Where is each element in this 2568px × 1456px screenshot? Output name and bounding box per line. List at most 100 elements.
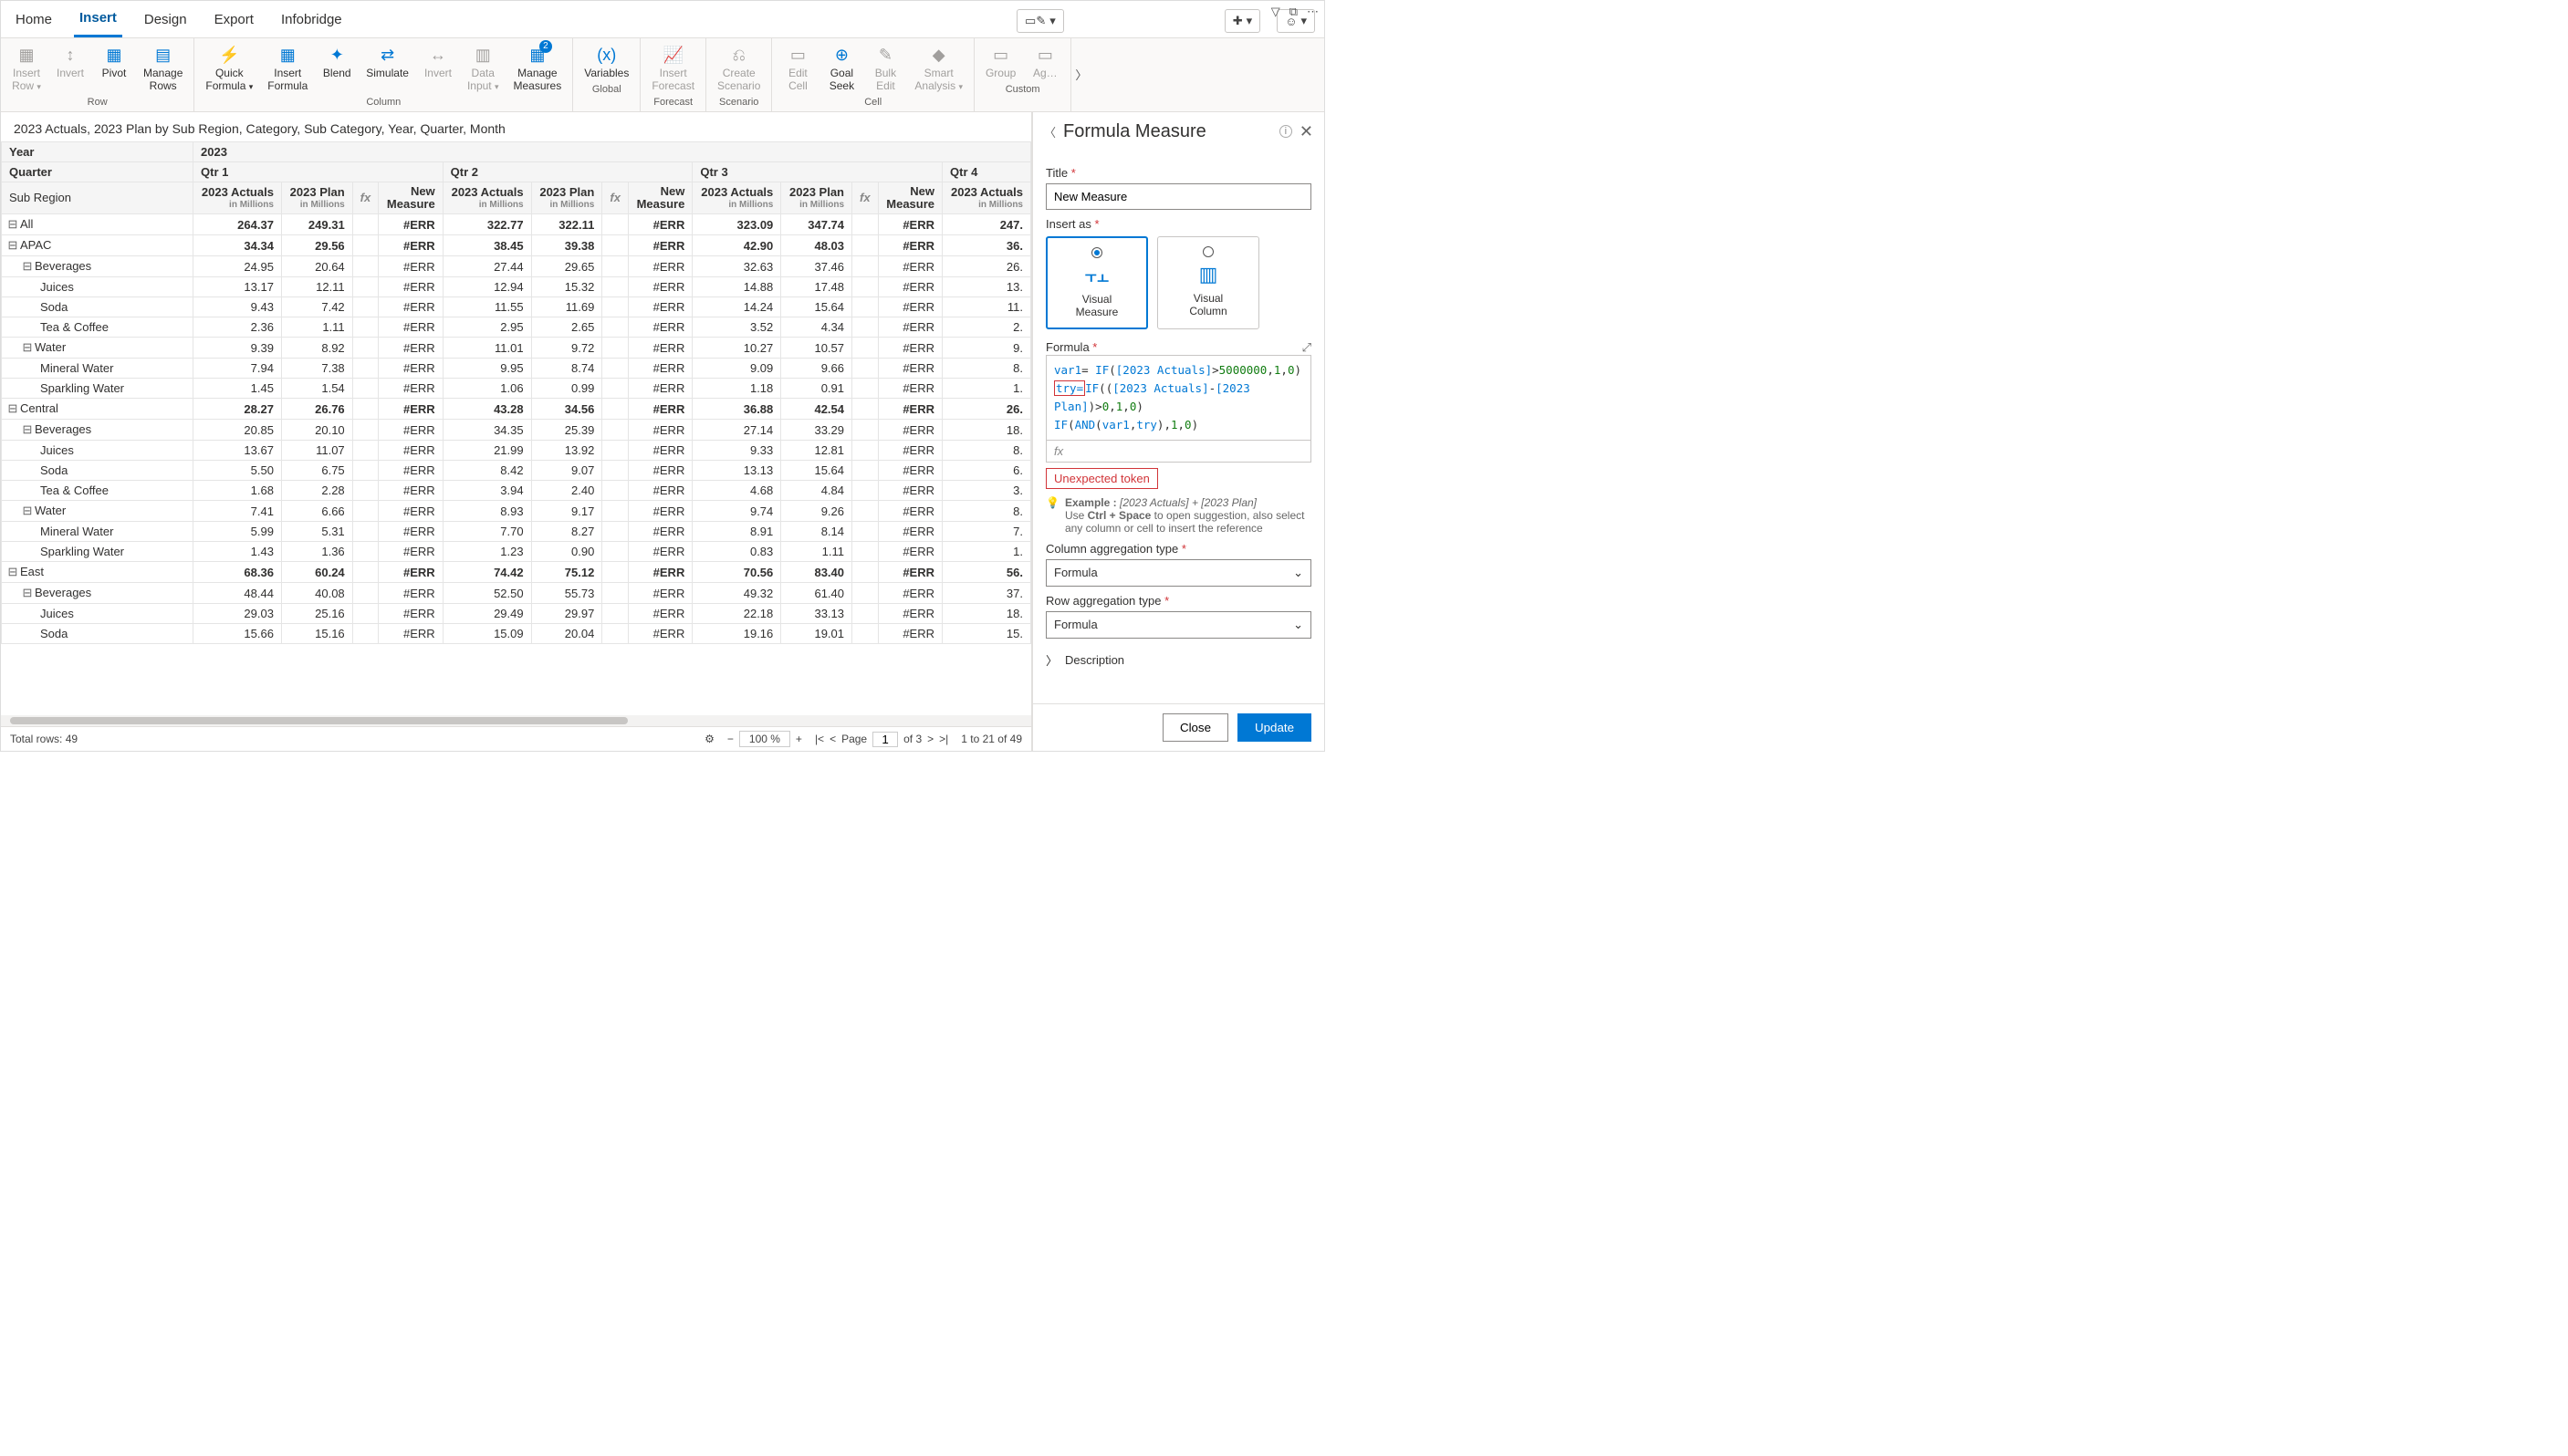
close-icon[interactable]: ✕: [1300, 122, 1313, 141]
table-row[interactable]: Soda5.506.75#ERR8.429.07#ERR13.1315.64#E…: [2, 461, 1031, 481]
table-row[interactable]: Mineral Water5.995.31#ERR7.708.27#ERR8.9…: [2, 522, 1031, 542]
first-page-button[interactable]: |<: [815, 733, 824, 745]
table-row[interactable]: Soda9.437.42#ERR11.5511.69#ERR14.2415.64…: [2, 297, 1031, 317]
ribbon-ag: ▭Ag…: [1025, 42, 1065, 82]
table-row[interactable]: Mineral Water7.947.38#ERR9.958.74#ERR9.0…: [2, 359, 1031, 379]
table-row[interactable]: Juices13.1712.11#ERR12.9415.32#ERR14.881…: [2, 277, 1031, 297]
tab-home[interactable]: Home: [10, 6, 57, 36]
table-row[interactable]: Juices13.6711.07#ERR21.9913.92#ERR9.3312…: [2, 441, 1031, 461]
update-button[interactable]: Update: [1237, 713, 1311, 742]
back-icon[interactable]: 〈: [1044, 123, 1056, 140]
ribbon-simulate[interactable]: ⇄Simulate: [360, 42, 414, 95]
page-label: Page: [841, 733, 867, 745]
ribbon-insert-row: ▦InsertRow ▾: [6, 42, 47, 95]
page-input[interactable]: [872, 732, 898, 747]
chevron-right-icon: 〉: [1046, 651, 1058, 669]
panel-title: Formula Measure: [1063, 121, 1272, 142]
comment-icon: ✚: [1233, 14, 1243, 28]
info-icon[interactable]: i: [1279, 125, 1292, 138]
insert-as-visual-measure[interactable]: ⫟⫠VisualMeasure: [1046, 236, 1148, 329]
description-label: Description: [1065, 653, 1124, 667]
zoom-out-button[interactable]: −: [727, 733, 734, 745]
description-toggle[interactable]: 〉 Description: [1046, 651, 1311, 669]
comment-split-button[interactable]: ✚▾: [1225, 9, 1260, 33]
table-row[interactable]: Soda15.6615.16#ERR15.0920.04#ERR19.1619.…: [2, 624, 1031, 644]
table-row[interactable]: ⊟Water7.416.66#ERR8.939.17#ERR9.749.26#E…: [2, 501, 1031, 522]
col-agg-select[interactable]: Formula ⌄: [1046, 559, 1311, 587]
prev-page-button[interactable]: <: [830, 733, 836, 745]
ribbon-overflow[interactable]: 〉: [1071, 38, 1091, 111]
table-row[interactable]: ⊟East68.3660.24#ERR74.4275.12#ERR70.5683…: [2, 562, 1031, 583]
more-icon[interactable]: ⋯: [1307, 5, 1319, 19]
formula-label: Formula: [1046, 340, 1097, 354]
grid-title: 2023 Actuals, 2023 Plan by Sub Region, C…: [1, 112, 1031, 141]
formula-editor[interactable]: var1= IF([2023 Actuals]>5000000,1,0)try=…: [1046, 355, 1311, 441]
grid-footer: Total rows: 49 ⚙ − 100 % + |< < Page of …: [1, 726, 1031, 751]
table-row[interactable]: ⊟Beverages48.4440.08#ERR52.5055.73#ERR49…: [2, 583, 1031, 604]
ribbon-invert: ↕Invert: [50, 42, 90, 95]
row-agg-label: Row aggregation type: [1046, 594, 1311, 608]
last-page-button[interactable]: >|: [939, 733, 948, 745]
chevron-down-icon: ⌄: [1293, 566, 1303, 580]
row-range: 1 to 21 of 49: [961, 733, 1022, 745]
ribbon-quick-formula[interactable]: ⚡QuickFormula ▾: [200, 42, 258, 95]
chevron-down-icon: ▾: [1247, 14, 1253, 28]
close-button[interactable]: Close: [1163, 713, 1228, 742]
table-row[interactable]: ⊟Beverages20.8520.10#ERR34.3525.39#ERR27…: [2, 420, 1031, 441]
ribbon: ▦InsertRow ▾↕Invert▦Pivot▤ManageRowsRow⚡…: [1, 38, 1324, 112]
next-page-button[interactable]: >: [927, 733, 934, 745]
zoom-value[interactable]: 100 %: [739, 731, 790, 747]
horizontal-scrollbar[interactable]: [1, 715, 1031, 726]
lightbulb-icon: 💡: [1046, 496, 1060, 535]
table-row[interactable]: Tea & Coffee1.682.28#ERR3.942.40#ERR4.68…: [2, 481, 1031, 501]
tab-export[interactable]: Export: [209, 6, 259, 36]
settings-icon[interactable]: ⚙: [705, 733, 715, 745]
title-field-label: Title: [1046, 166, 1311, 180]
ribbon-group: ▭Group: [980, 42, 1021, 82]
filter-icon[interactable]: ▽: [1271, 5, 1280, 19]
total-rows-value: 49: [66, 733, 78, 745]
ribbon-data-input: ▥DataInput ▾: [462, 42, 505, 95]
table-row[interactable]: ⊟APAC34.3429.56#ERR38.4539.38#ERR42.9048…: [2, 235, 1031, 256]
ribbon-insert-forecast: 📈InsertForecast: [646, 42, 700, 95]
total-rows-label: Total rows:: [10, 733, 62, 745]
col-agg-label: Column aggregation type: [1046, 542, 1311, 556]
table-row[interactable]: ⊟Central28.2726.76#ERR43.2834.56#ERR36.8…: [2, 399, 1031, 420]
tab-insert[interactable]: Insert: [74, 5, 122, 37]
table-row[interactable]: ⊟All264.37249.31#ERR322.77322.11#ERR323.…: [2, 214, 1031, 235]
ribbon-bulk-edit: ✎BulkEdit: [865, 42, 905, 95]
tab-design[interactable]: Design: [139, 6, 193, 36]
pen-icon: ▭✎: [1025, 14, 1046, 28]
ribbon-manage-measures[interactable]: ▦2ManageMeasures: [508, 42, 568, 95]
insert-as-visual-column[interactable]: ▥VisualColumn: [1157, 236, 1259, 329]
ribbon-pivot[interactable]: ▦Pivot: [94, 42, 134, 95]
ribbon-goal-seek[interactable]: ⊕GoalSeek: [821, 42, 861, 95]
row-agg-select[interactable]: Formula ⌄: [1046, 611, 1311, 639]
ribbon-invert: ↔Invert: [418, 42, 458, 95]
title-input[interactable]: [1046, 183, 1311, 210]
chevron-down-icon: ▾: [1049, 14, 1056, 28]
ribbon-edit-cell: ▭EditCell: [778, 42, 818, 95]
ribbon-variables[interactable]: (x)Variables: [579, 42, 634, 82]
table-row[interactable]: Juices29.0325.16#ERR29.4929.97#ERR22.183…: [2, 604, 1031, 624]
expand-icon[interactable]: ⤢: [1302, 340, 1311, 355]
insert-as-label: Insert as: [1046, 217, 1311, 231]
tab-infobridge[interactable]: Infobridge: [276, 6, 348, 36]
fx-indicator: fx: [1046, 441, 1311, 463]
table-row[interactable]: Sparkling Water1.451.54#ERR1.060.99#ERR1…: [2, 379, 1031, 399]
popout-icon[interactable]: ⧉: [1289, 5, 1298, 19]
formula-measure-panel: 〈 Formula Measure i ✕ Title Insert as ⫟⫠…: [1032, 112, 1324, 751]
table-row[interactable]: ⊟Water9.398.92#ERR11.019.72#ERR10.2710.5…: [2, 338, 1031, 359]
zoom-in-button[interactable]: +: [796, 733, 802, 745]
ribbon-insert-formula[interactable]: ▦InsertFormula: [262, 42, 313, 95]
data-grid[interactable]: Year2023QuarterQtr 1Qtr 2Qtr 3Qtr 4Sub R…: [1, 141, 1031, 645]
ribbon-manage-rows[interactable]: ▤ManageRows: [138, 42, 188, 95]
table-row[interactable]: ⊟Beverages24.9520.64#ERR27.4429.65#ERR32…: [2, 256, 1031, 277]
table-row[interactable]: Sparkling Water1.431.36#ERR1.230.90#ERR0…: [2, 542, 1031, 562]
table-row[interactable]: Tea & Coffee2.361.11#ERR2.952.65#ERR3.52…: [2, 317, 1031, 338]
menu-tabstrip: HomeInsertDesignExportInfobridge ▭✎▾ ✚▾ …: [1, 1, 1324, 38]
formula-error: Unexpected token: [1046, 468, 1158, 489]
edit-mode-split-button[interactable]: ▭✎▾: [1017, 9, 1064, 33]
page-of-label: of 3: [903, 733, 922, 745]
ribbon-blend[interactable]: ✦Blend: [317, 42, 357, 95]
